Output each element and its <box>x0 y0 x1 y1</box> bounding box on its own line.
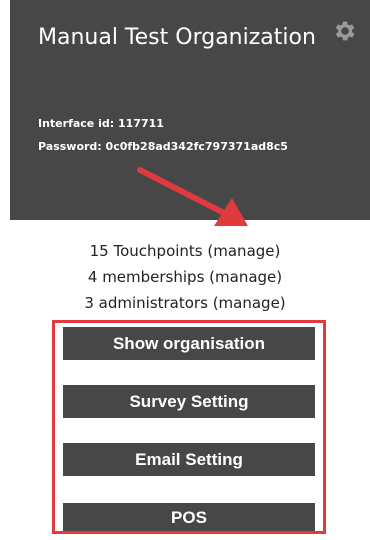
manage-memberships-link[interactable]: (manage) <box>209 268 282 286</box>
organization-header: Manual Test Organization Interface id: 1… <box>10 0 370 220</box>
annotation-highlight-box: Show organisation Survey Setting Email S… <box>52 320 326 534</box>
survey-setting-button[interactable]: Survey Setting <box>63 385 315 418</box>
interface-id-label: Interface id: <box>38 117 115 130</box>
password-label: Password: <box>38 140 102 153</box>
touchpoints-count: 15 <box>89 242 109 260</box>
interface-id: Interface id: 117711 <box>38 117 164 130</box>
pos-button[interactable]: POS <box>63 503 315 531</box>
administrators-stat: 3 administrators (manage) <box>0 290 370 316</box>
memberships-count: 4 <box>87 268 98 286</box>
gear-icon[interactable] <box>331 18 357 44</box>
organization-name: Manual Test Organization <box>38 25 316 50</box>
touchpoints-label: Touchpoints <box>113 242 203 260</box>
email-setting-button[interactable]: Email Setting <box>63 443 315 476</box>
password: Password: 0c0fb28ad342fc797371ad8c5 <box>38 140 288 153</box>
interface-id-value: 117711 <box>117 117 164 130</box>
administrators-label: administrators <box>98 294 208 312</box>
stats-list: 15 Touchpoints (manage) 4 memberships (m… <box>0 238 370 316</box>
memberships-stat: 4 memberships (manage) <box>0 264 370 290</box>
show-organisation-button[interactable]: Show organisation <box>63 327 315 360</box>
manage-administrators-link[interactable]: (manage) <box>213 294 286 312</box>
organization-card: Manual Test Organization Interface id: 1… <box>0 0 370 540</box>
touchpoints-stat: 15 Touchpoints (manage) <box>0 238 370 264</box>
password-value: 0c0fb28ad342fc797371ad8c5 <box>105 140 288 153</box>
administrators-count: 3 <box>84 294 94 312</box>
memberships-label: memberships <box>102 268 205 286</box>
manage-touchpoints-link[interactable]: (manage) <box>207 242 280 260</box>
